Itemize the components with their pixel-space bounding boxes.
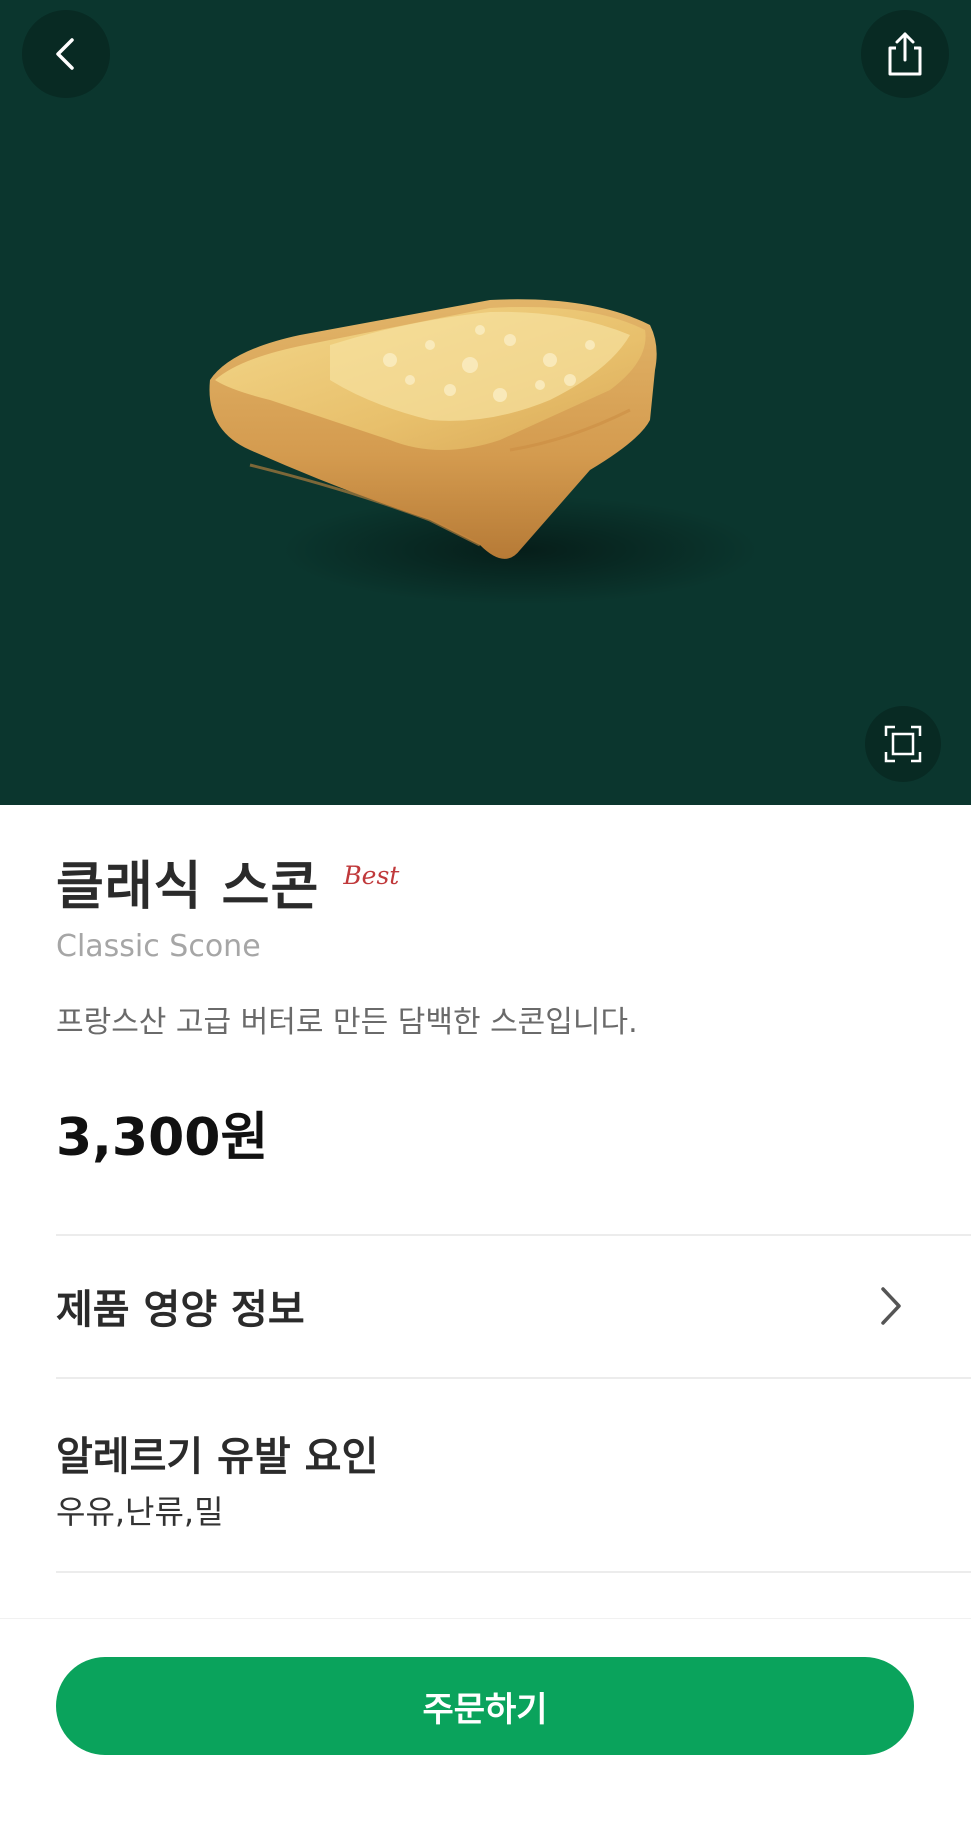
- best-badge: Best: [343, 861, 400, 890]
- nutrition-info-row[interactable]: 제품 영양 정보: [56, 1236, 971, 1376]
- product-image-area: [0, 0, 971, 805]
- expand-image-button[interactable]: [865, 706, 941, 782]
- expand-icon: [884, 725, 922, 763]
- product-price: 3,300원: [56, 1108, 269, 1168]
- title-row: 클래식 스콘 Best: [56, 855, 399, 919]
- divider: [56, 1377, 971, 1379]
- allergy-label: 알레르기 유발 요인: [56, 1434, 379, 1480]
- divider: [56, 1571, 971, 1573]
- back-button[interactable]: [22, 10, 110, 98]
- product-english-name: Classic Scone: [56, 929, 261, 964]
- chevron-left-icon: [56, 38, 74, 70]
- share-button[interactable]: [861, 10, 949, 98]
- share-icon: [888, 32, 922, 76]
- order-button[interactable]: 주문하기: [56, 1657, 914, 1755]
- scone-image: [209, 299, 760, 605]
- product-name: 클래식 스콘: [56, 857, 320, 917]
- chevron-right-icon: [861, 1276, 921, 1336]
- product-description: 프랑스산 고급 버터로 만든 담백한 스콘입니다.: [56, 1005, 638, 1040]
- nutrition-info-label: 제품 영양 정보: [56, 1287, 305, 1333]
- allergy-value: 우유,난류,밀: [56, 1493, 224, 1531]
